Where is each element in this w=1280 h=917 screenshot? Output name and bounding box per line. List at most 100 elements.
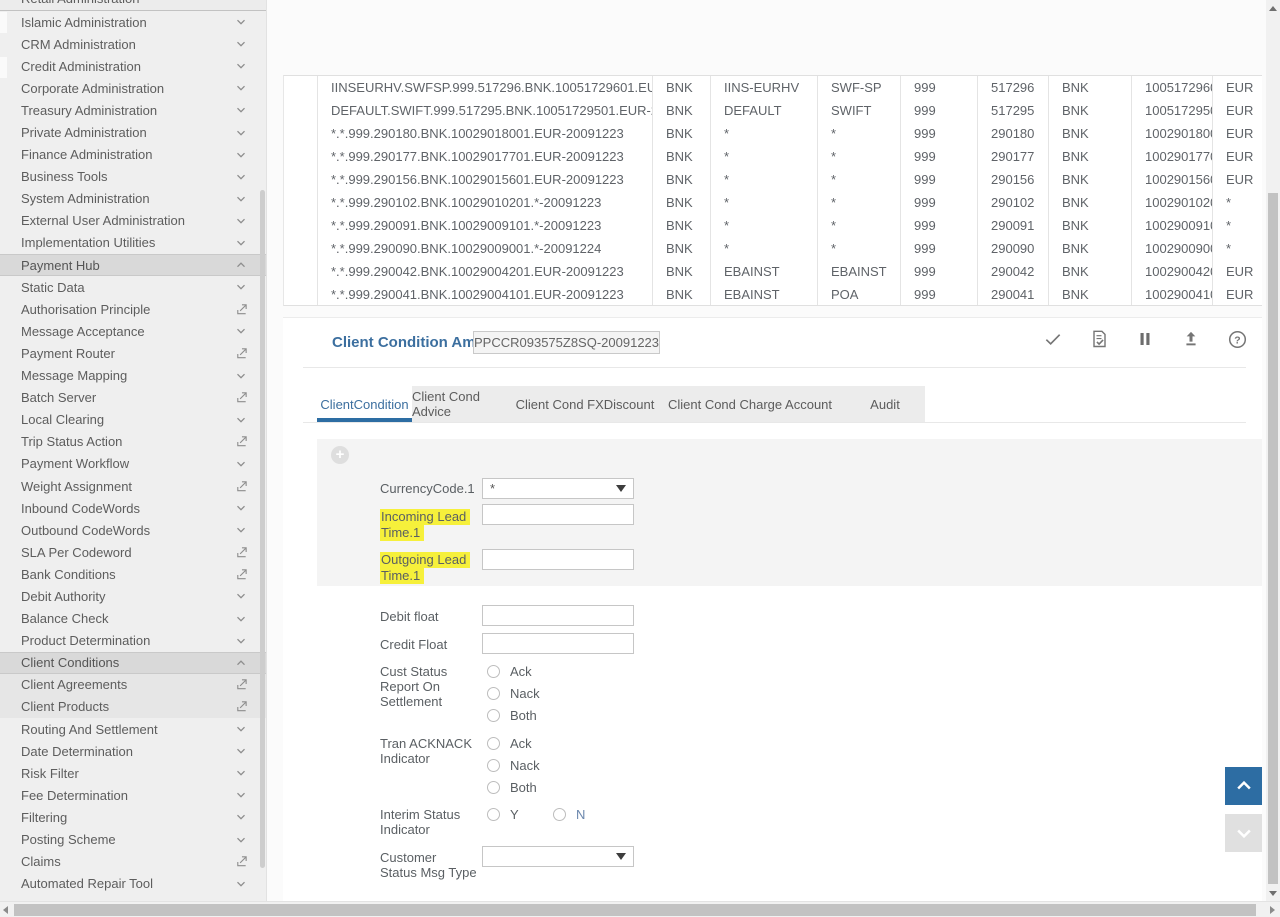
sidebar-item-posting-scheme[interactable]: Posting Scheme	[0, 828, 266, 850]
radio-button[interactable]	[487, 759, 500, 772]
incoming-lead-time-label: Incoming Lead Time.1	[380, 509, 480, 541]
table-row[interactable]: *.*.999.290180.BNK.10029018001.EUR-20091…	[284, 122, 1262, 145]
sidebar-item-local-clearing[interactable]: Local Clearing	[0, 409, 266, 431]
sidebar-nav: Islamic Administration CRM Administratio…	[0, 11, 266, 895]
tab-client-cond-charge-account[interactable]: Client Cond Charge Account	[655, 386, 845, 422]
sidebar-item-weight-assignment[interactable]: Weight Assignment	[0, 475, 266, 497]
currency-code-select[interactable]: *	[482, 478, 634, 499]
sidebar-item-label: Message Mapping	[21, 368, 234, 383]
table-row[interactable]: *.*.999.290156.BNK.10029015601.EUR-20091…	[284, 168, 1262, 191]
radio-button[interactable]	[487, 808, 500, 821]
scrollbar-up-arrow[interactable]	[1269, 6, 1277, 11]
sidebar-item-batch-server[interactable]: Batch Server	[0, 387, 266, 409]
sidebar-item-sla-per-codeword[interactable]: SLA Per Codeword	[0, 541, 266, 563]
validate-icon[interactable]	[1089, 329, 1109, 349]
table-row[interactable]: *.*.999.290102.BNK.10029010201.*-2009122…	[284, 191, 1262, 214]
tab-audit[interactable]: Audit	[845, 386, 925, 422]
sidebar-item-static-data[interactable]: Static Data	[0, 276, 266, 298]
radio-button[interactable]	[487, 709, 500, 722]
sidebar-item-date-determination[interactable]: Date Determination	[0, 740, 266, 762]
sidebar-item-product-determination[interactable]: Product Determination	[0, 630, 266, 652]
sidebar-scrollbar-thumb[interactable]	[260, 190, 265, 868]
sidebar-item-islamic-administration[interactable]: Islamic Administration	[0, 11, 266, 33]
sidebar-item-payment-router[interactable]: Payment Router	[0, 342, 266, 364]
scroll-to-bottom-button[interactable]	[1225, 814, 1262, 852]
add-row-button[interactable]: +	[331, 446, 349, 464]
chevron-down-icon	[234, 103, 248, 117]
radio-button[interactable]	[487, 781, 500, 794]
sidebar-item-client-conditions[interactable]: Client Conditions	[0, 652, 266, 674]
sidebar-item-label: Automated Repair Tool	[21, 876, 234, 891]
sidebar-item-message-acceptance[interactable]: Message Acceptance	[0, 320, 266, 342]
sidebar-item-risk-filter[interactable]: Risk Filter	[0, 762, 266, 784]
credit-float-input[interactable]	[482, 633, 634, 654]
sidebar-item-debit-authority[interactable]: Debit Authority	[0, 585, 266, 607]
sidebar-item-treasury-administration[interactable]: Treasury Administration	[0, 99, 266, 121]
table-row[interactable]: IINSEURHV.SWFSP.999.517296.BNK.100517296…	[284, 76, 1262, 99]
row-selector-cell	[284, 260, 318, 283]
interim-status-label: Interim Status Indicator	[380, 807, 480, 837]
sidebar-item-system-administration[interactable]: System Administration	[0, 188, 266, 210]
sidebar-item-label: Inbound CodeWords	[21, 501, 234, 516]
table-row[interactable]: *.*.999.290177.BNK.10029017701.EUR-20091…	[284, 145, 1262, 168]
hold-icon[interactable]	[1135, 329, 1155, 349]
sidebar-item-authorisation-principle[interactable]: Authorisation Principle	[0, 298, 266, 320]
cust-status-ack-option: Ack	[487, 664, 532, 678]
sidebar-item-message-mapping[interactable]: Message Mapping	[0, 365, 266, 387]
table-row[interactable]: *.*.999.290042.BNK.10029004201.EUR-20091…	[284, 260, 1262, 283]
sidebar-item-bank-conditions[interactable]: Bank Conditions	[0, 563, 266, 585]
sidebar-item-claims[interactable]: Claims	[0, 851, 266, 873]
sidebar-item-crm-administration[interactable]: CRM Administration	[0, 33, 266, 55]
vertical-scrollbar[interactable]	[1266, 0, 1280, 901]
radio-button[interactable]	[553, 808, 566, 821]
tab-client-cond-advice[interactable]: Client Cond Advice	[412, 386, 515, 422]
horizontal-scrollbar-thumb[interactable]	[14, 904, 1256, 916]
table-row[interactable]: *.*.999.290090.BNK.10029009001.*-2009122…	[284, 237, 1262, 260]
radio-button[interactable]	[487, 687, 500, 700]
upload-icon[interactable]	[1181, 329, 1201, 349]
interim-status-n-option: N	[553, 807, 585, 821]
scrollbar-right-arrow[interactable]	[1270, 906, 1275, 914]
goto-icon	[234, 479, 248, 493]
sidebar-item-balance-check[interactable]: Balance Check	[0, 608, 266, 630]
sidebar-item-inbound-codewords[interactable]: Inbound CodeWords	[0, 497, 266, 519]
sidebar-item-implementation-utilities[interactable]: Implementation Utilities	[0, 232, 266, 254]
table-row[interactable]: *.*.999.290091.BNK.10029009101.*-2009122…	[284, 214, 1262, 237]
scrollbar-left-arrow[interactable]	[3, 906, 8, 914]
debit-float-input[interactable]	[482, 605, 634, 626]
sidebar-item-corporate-administration[interactable]: Corporate Administration	[0, 77, 266, 99]
tab-clientcondition[interactable]: ClientCondition	[317, 386, 412, 422]
sidebar-item-private-administration[interactable]: Private Administration	[0, 121, 266, 143]
sidebar-item-external-user-administration[interactable]: External User Administration	[0, 210, 266, 232]
sidebar-item-finance-administration[interactable]: Finance Administration	[0, 144, 266, 166]
sidebar-item-client-agreements[interactable]: Client Agreements	[0, 674, 266, 696]
sidebar-item-outbound-codewords[interactable]: Outbound CodeWords	[0, 519, 266, 541]
approve-icon[interactable]	[1043, 329, 1063, 349]
incoming-lead-time-input[interactable]	[482, 504, 634, 525]
sidebar-item-retail-administration[interactable]: Retail Administration	[0, 0, 266, 11]
sidebar-item-payment-hub[interactable]: Payment Hub	[0, 254, 266, 276]
customer-status-msg-select[interactable]	[482, 846, 634, 867]
sidebar-item-filtering[interactable]: Filtering	[0, 806, 266, 828]
sidebar-item-payment-workflow[interactable]: Payment Workflow	[0, 453, 266, 475]
debit-float-label: Debit float	[380, 609, 480, 624]
outgoing-lead-time-input[interactable]	[482, 549, 634, 570]
sidebar-item-business-tools[interactable]: Business Tools	[0, 166, 266, 188]
sidebar-item-fee-determination[interactable]: Fee Determination	[0, 784, 266, 806]
table-row[interactable]: *.*.999.290041.BNK.10029004101.EUR-20091…	[284, 283, 1262, 306]
sidebar-item-client-products[interactable]: Client Products	[0, 696, 266, 718]
scrollbar-down-arrow[interactable]	[1269, 891, 1277, 896]
help-icon[interactable]: ?	[1227, 329, 1247, 349]
vertical-scrollbar-thumb[interactable]	[1268, 193, 1278, 884]
sidebar-item-credit-administration[interactable]: Credit Administration	[0, 55, 266, 77]
scroll-to-top-button[interactable]	[1225, 767, 1262, 805]
sidebar-item-trip-status-action[interactable]: Trip Status Action	[0, 431, 266, 453]
radio-button[interactable]	[487, 665, 500, 678]
sidebar-item-routing-and-settlement[interactable]: Routing And Settlement	[0, 718, 266, 740]
tab-client-cond-fxdiscount[interactable]: Client Cond FXDiscount	[515, 386, 655, 422]
goto-icon	[234, 391, 248, 405]
radio-button[interactable]	[487, 737, 500, 750]
table-row[interactable]: DEFAULT.SWIFT.999.517295.BNK.10051729501…	[284, 99, 1262, 122]
horizontal-scrollbar[interactable]	[0, 901, 1280, 917]
sidebar-item-automated-repair-tool[interactable]: Automated Repair Tool	[0, 873, 266, 895]
